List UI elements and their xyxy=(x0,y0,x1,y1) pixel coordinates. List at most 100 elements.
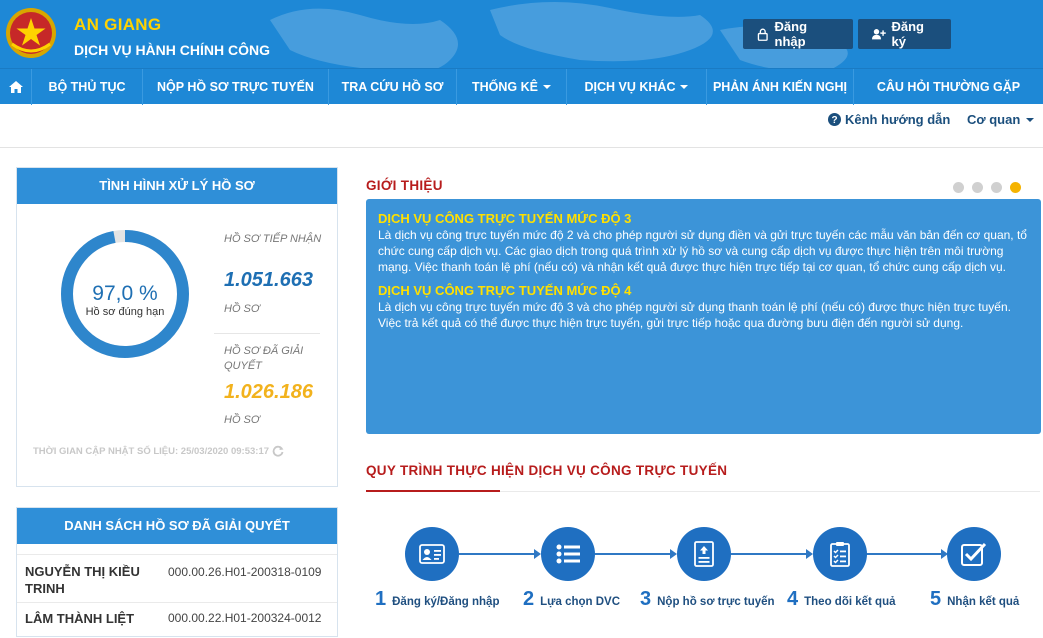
process-title: QUY TRÌNH THỰC HIỆN DỊCH VỤ CÔNG TRỰC TU… xyxy=(366,463,728,478)
resolved-list-title: DANH SÁCH HỒ SƠ ĐÃ GIẢI QUYẾT xyxy=(17,508,337,544)
checklist-icon xyxy=(830,542,850,567)
site-title[interactable]: AN GIANG xyxy=(74,15,161,35)
process-divider xyxy=(500,491,1040,492)
user-plus-icon xyxy=(872,29,886,40)
home-icon xyxy=(8,81,23,93)
arrow-right-icon xyxy=(806,549,813,559)
list-item-name: LÂM THÀNH LIỆT xyxy=(25,611,135,626)
update-time: THỜI GIAN CẬP NHẬT SỐ LIỆU: 25/03/2020 0… xyxy=(33,445,284,457)
nav-item-tra-cuu[interactable]: TRA CỨU HỒ SƠ xyxy=(329,69,457,105)
nav-item-dich-vu-khac[interactable]: DỊCH VỤ KHÁC xyxy=(567,69,707,105)
step-4-label[interactable]: 4 Theo dõi kết quả xyxy=(787,588,896,611)
login-label: Đăng nhập xyxy=(774,19,808,49)
site-subtitle[interactable]: DỊCH VỤ HÀNH CHÍNH CÔNG xyxy=(74,42,270,58)
list-icon xyxy=(556,544,580,564)
nav-item-cau-hoi[interactable]: CÂU HỎI THƯỜNG GẶP xyxy=(854,69,1043,105)
intro-title: GIỚI THIỆU xyxy=(366,178,443,193)
step-number: 4 xyxy=(787,588,799,610)
nav-label: TRA CỨU HỒ SƠ xyxy=(341,80,444,94)
nav-item-thong-ke[interactable]: THỐNG KÊ xyxy=(457,69,567,105)
nav-label: NỘP HỒ SƠ TRỰC TUYẾN xyxy=(157,80,314,94)
svg-text:?: ? xyxy=(831,115,837,126)
list-item-name: NGUYỄN THỊ KIỀU TRINH xyxy=(25,564,140,596)
nav-label: DỊCH VỤ KHÁC xyxy=(584,80,676,94)
national-emblem-icon[interactable] xyxy=(4,6,58,60)
sub-toolbar: ? Kênh hướng dẫn Cơ quan xyxy=(0,104,1043,148)
nav-item-phan-anh[interactable]: PHẢN ÁNH KIẾN NGHỊ xyxy=(707,69,854,105)
guide-label: Kênh hướng dẫn xyxy=(845,112,951,127)
step-number: 5 xyxy=(930,588,942,610)
step-2-circle[interactable] xyxy=(541,527,595,581)
resolved-value: 1.026.186 xyxy=(224,381,313,403)
intro-text-level3: Là dịch vụ công trực tuyến mức độ 2 và c… xyxy=(378,228,1027,274)
update-time-text: THỜI GIAN CẬP NHẬT SỐ LIỆU: 25/03/2020 0… xyxy=(33,445,270,457)
list-item-code: 000.00.26.H01-200318-0109 xyxy=(168,565,322,579)
document-upload-icon xyxy=(694,541,714,567)
main-nav: BỘ THỦ TỤC NỘP HỒ SƠ TRỰC TUYẾN TRA CỨU … xyxy=(0,68,1043,105)
step-5-circle[interactable] xyxy=(947,527,1001,581)
chevron-down-icon xyxy=(1026,117,1035,122)
carousel-dot[interactable] xyxy=(953,182,964,193)
step-connector xyxy=(459,553,535,555)
register-label: Đăng ký xyxy=(891,19,925,49)
chevron-down-icon xyxy=(680,85,689,89)
nav-label: BỘ THỦ TỤC xyxy=(48,80,126,94)
step-connector xyxy=(866,553,942,555)
step-text: Nhận kết quả xyxy=(947,596,1020,608)
step-text: Theo dõi kết quả xyxy=(804,596,896,608)
step-text: Nộp hồ sơ trực tuyến xyxy=(657,596,775,608)
arrow-right-icon xyxy=(534,549,541,559)
step-number: 1 xyxy=(375,588,387,610)
list-item[interactable]: NGUYỄN THỊ KIỀU TRINH 000.00.26.H01-2003… xyxy=(17,554,337,602)
lock-icon xyxy=(757,28,768,41)
carousel-dot[interactable] xyxy=(991,182,1002,193)
agency-label: Cơ quan xyxy=(967,112,1021,127)
question-circle-icon: ? xyxy=(828,113,841,126)
stats-divider xyxy=(214,333,320,334)
checkbox-icon xyxy=(961,542,987,566)
step-number: 3 xyxy=(640,588,652,610)
step-1-label[interactable]: 1 Đăng ký/Đăng nhập xyxy=(375,588,499,611)
login-button[interactable]: Đăng nhập xyxy=(743,19,853,49)
on-time-label: Hồ sơ đúng hạn xyxy=(85,306,165,318)
resolved-list-panel: DANH SÁCH HỒ SƠ ĐÃ GIẢI QUYẾT NGUYỄN THỊ… xyxy=(16,507,338,637)
nav-label: PHẢN ÁNH KIẾN NGHỊ xyxy=(712,80,848,94)
carousel-dot[interactable] xyxy=(972,182,983,193)
carousel-indicators xyxy=(953,182,1021,193)
carousel-dot-active[interactable] xyxy=(1010,182,1021,193)
step-text: Lựa chọn DVC xyxy=(540,596,621,608)
processing-stats-panel: TÌNH HÌNH XỬ LÝ HỒ SƠ 97,0 % Hồ sơ đúng … xyxy=(16,167,338,487)
stats-panel-title: TÌNH HÌNH XỬ LÝ HỒ SƠ xyxy=(17,168,337,204)
received-value: 1.051.663 xyxy=(224,269,313,291)
refresh-icon[interactable] xyxy=(272,445,284,457)
nav-label: CÂU HỎI THƯỜNG GẶP xyxy=(876,80,1021,94)
received-unit: HỒ SƠ xyxy=(224,303,260,315)
arrow-right-icon xyxy=(670,549,677,559)
step-connector xyxy=(595,553,671,555)
received-label: HỒ SƠ TIẾP NHẬN xyxy=(224,233,322,245)
on-time-percent: 97,0 % xyxy=(92,282,158,305)
list-item[interactable]: LÂM THÀNH LIỆT 000.00.22.H01-200324-0012 xyxy=(17,602,337,638)
agency-dropdown[interactable]: Cơ quan xyxy=(967,112,1035,127)
step-3-circle[interactable] xyxy=(677,527,731,581)
intro-heading-level3: DỊCH VỤ CÔNG TRỰC TUYẾN MỨC ĐỘ 3 xyxy=(378,211,632,226)
nav-item-nop-ho-so[interactable]: NỘP HỒ SƠ TRỰC TUYẾN xyxy=(143,69,329,105)
process-title-underline xyxy=(366,490,500,492)
step-number: 2 xyxy=(523,588,535,610)
id-card-icon xyxy=(419,544,445,564)
step-5-label[interactable]: 5 Nhận kết quả xyxy=(930,588,1019,611)
intro-heading-level4: DỊCH VỤ CÔNG TRỰC TUYẾN MỨC ĐỘ 4 xyxy=(378,283,632,298)
step-4-circle[interactable] xyxy=(813,527,867,581)
nav-label: THỐNG KÊ xyxy=(472,80,538,94)
resolved-label: HỒ SƠ ĐÃ GIẢI QUYẾT xyxy=(224,345,304,372)
nav-item-bo-thu-tuc[interactable]: BỘ THỦ TỤC xyxy=(32,69,143,105)
nav-home[interactable] xyxy=(0,69,32,105)
register-button[interactable]: Đăng ký xyxy=(858,19,951,49)
list-item-code: 000.00.22.H01-200324-0012 xyxy=(168,611,322,625)
step-text: Đăng ký/Đăng nhập xyxy=(392,596,500,608)
step-3-label[interactable]: 3 Nộp hồ sơ trực tuyến xyxy=(640,588,775,611)
step-2-label[interactable]: 2 Lựa chọn DVC xyxy=(523,588,620,611)
site-header: AN GIANG DỊCH VỤ HÀNH CHÍNH CÔNG Đăng nh… xyxy=(0,0,1043,68)
step-1-circle[interactable] xyxy=(405,527,459,581)
guide-channel-link[interactable]: ? Kênh hướng dẫn xyxy=(828,112,950,127)
